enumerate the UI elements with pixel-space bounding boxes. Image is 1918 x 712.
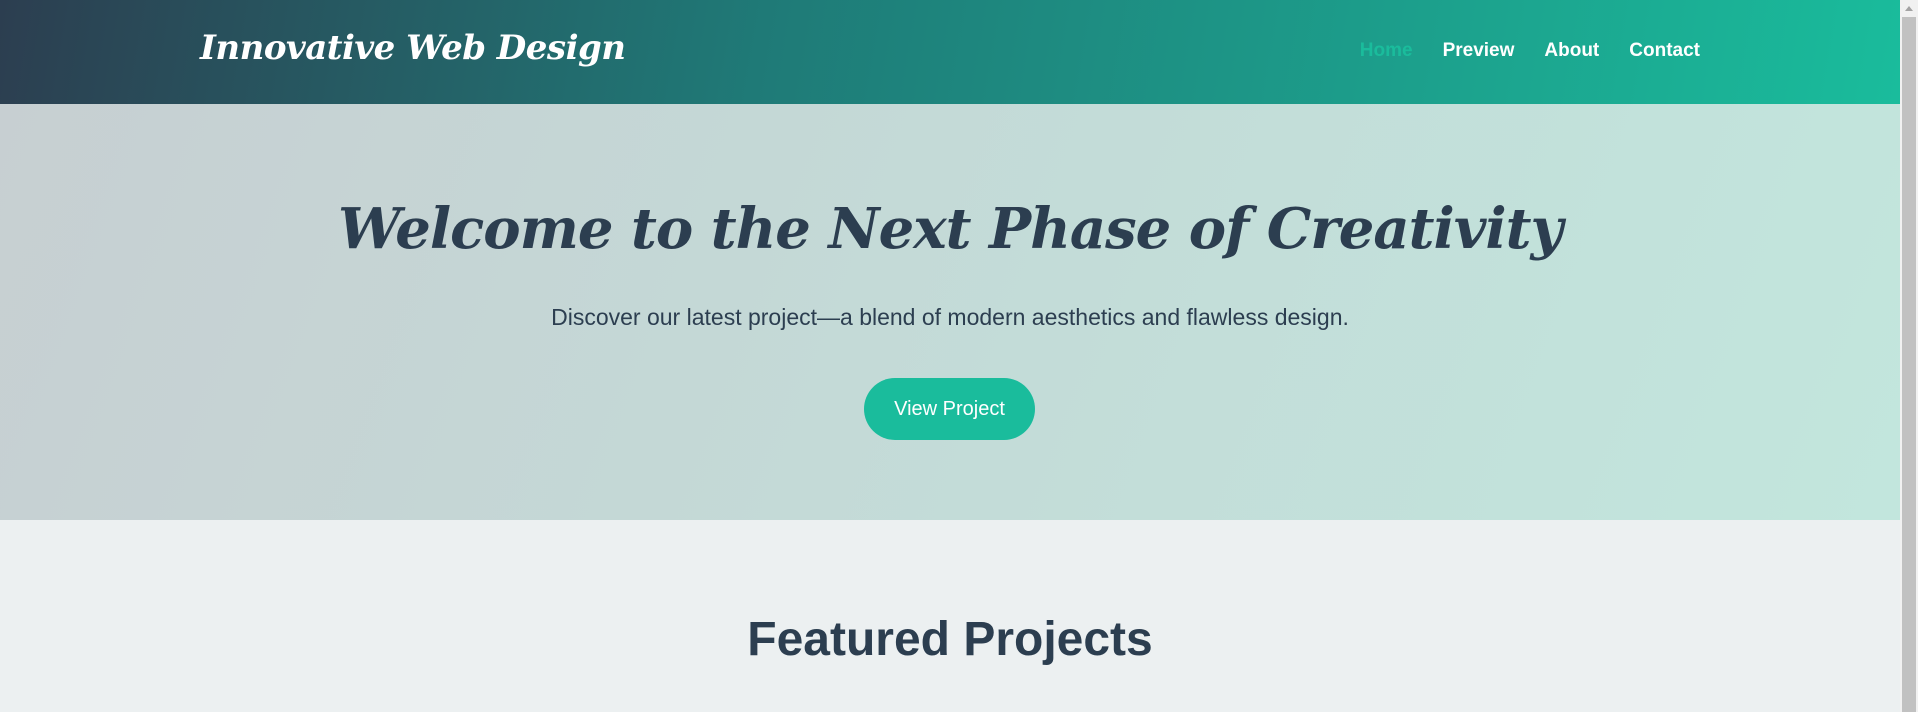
site-logo[interactable]: Innovative Web Design: [200, 28, 626, 68]
scrollbar-thumb[interactable]: [1902, 17, 1916, 712]
view-project-button[interactable]: View Project: [864, 378, 1035, 440]
nav-link-contact[interactable]: Contact: [1629, 40, 1700, 62]
nav-link-home[interactable]: Home: [1360, 40, 1413, 62]
viewport: Innovative Web Design Home Preview About…: [0, 0, 1900, 712]
featured-projects-section: Featured Projects: [0, 520, 1900, 712]
main-nav: Home Preview About Contact: [1360, 40, 1700, 62]
nav-link-about[interactable]: About: [1544, 40, 1599, 62]
nav-link-preview[interactable]: Preview: [1443, 40, 1515, 62]
hero-subtitle: Discover our latest project—a blend of m…: [551, 304, 1349, 330]
site-header: Innovative Web Design Home Preview About…: [0, 0, 1900, 104]
hero-title: Welcome to the Next Phase of Creativity: [337, 196, 1563, 262]
scroll-up-arrow-icon[interactable]: [1900, 0, 1918, 17]
featured-projects-title: Featured Projects: [747, 613, 1153, 666]
hero-section: Welcome to the Next Phase of Creativity …: [0, 104, 1900, 520]
vertical-scrollbar[interactable]: [1900, 0, 1918, 712]
page: Innovative Web Design Home Preview About…: [0, 0, 1918, 712]
